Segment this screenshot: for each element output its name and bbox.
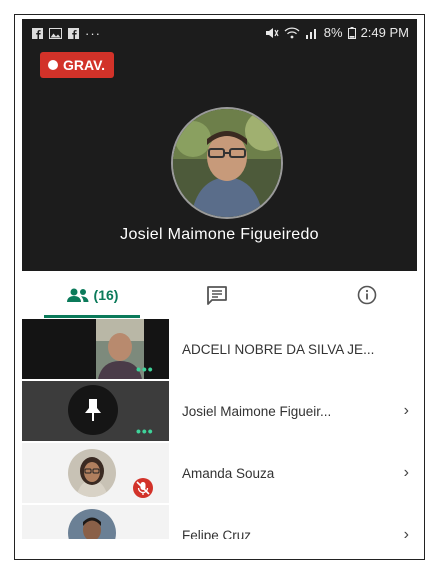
- main-speaker-avatar: [173, 109, 281, 217]
- participant-name: Josiel Maimone Figueir...: [182, 403, 332, 419]
- signal-icon: [305, 28, 316, 39]
- participant-name: Amanda Souza: [182, 465, 275, 481]
- tab-participants[interactable]: (16): [44, 271, 140, 319]
- participant-avatar: [68, 509, 116, 539]
- tab-chat[interactable]: [182, 271, 252, 319]
- participants-list: ••• ADCELI NOBRE DA SILVA JE... ••• Josi…: [22, 319, 417, 539]
- recording-badge: GRAV.: [40, 52, 115, 78]
- participant-name: Felipe Cruz: [182, 527, 252, 540]
- wifi-icon: [284, 26, 300, 38]
- people-icon: [66, 288, 89, 302]
- pin-icon: [85, 399, 101, 421]
- participant-row[interactable]: ••• Josiel Maimone Figueir... ›: [22, 381, 417, 441]
- meeting-stage: ··· 8% 2:49 PM GRAV. Josiel Maimone Figu…: [22, 19, 417, 539]
- participant-photo: [68, 449, 116, 497]
- main-speaker-name: Josiel Maimone Figueiredo: [120, 226, 319, 243]
- phone-frame: ··· 8% 2:49 PM GRAV. Josiel Maimone Figu…: [14, 14, 425, 560]
- status-bar: ··· 8% 2:49 PM: [22, 19, 417, 49]
- participant-avatar: [68, 385, 118, 435]
- participant-name: ADCELI NOBRE DA SILVA JE...: [182, 341, 375, 357]
- mic-muted-icon: [133, 478, 153, 498]
- participant-row[interactable]: ••• Felipe Cruz ›: [22, 505, 417, 539]
- speaker-photo: [173, 109, 281, 217]
- facebook-icon: [32, 28, 43, 39]
- chevron-right-icon[interactable]: ›: [404, 381, 409, 441]
- participant-avatar: [68, 449, 116, 497]
- active-tab-indicator: [44, 315, 140, 318]
- panel-tabs: (16): [22, 271, 417, 319]
- more-options-icon[interactable]: •••: [136, 361, 154, 377]
- system-indicators: 8% 2:49 PM: [265, 25, 409, 40]
- tab-info[interactable]: [332, 271, 402, 319]
- participant-video: [22, 443, 169, 503]
- battery-icon: [347, 26, 356, 39]
- notification-icons: ···: [32, 26, 101, 41]
- facebook-icon: [68, 28, 79, 39]
- participant-video: •••: [22, 319, 169, 379]
- gallery-icon: [49, 28, 62, 39]
- participant-count: (16): [93, 287, 119, 303]
- chevron-right-icon[interactable]: ›: [404, 443, 409, 503]
- participant-row[interactable]: ••• ADCELI NOBRE DA SILVA JE...: [22, 319, 417, 379]
- participant-photo: [68, 509, 116, 539]
- participant-video: •••: [22, 381, 169, 441]
- clock: 2:49 PM: [360, 25, 409, 40]
- battery-percent: 8%: [323, 25, 343, 40]
- participant-row[interactable]: Amanda Souza ›: [22, 443, 417, 503]
- info-icon: [357, 285, 377, 305]
- more-notifications: ···: [85, 26, 101, 41]
- participant-video: •••: [22, 505, 169, 539]
- chat-icon: [207, 286, 227, 305]
- mute-icon: [265, 27, 279, 38]
- recording-label: GRAV.: [63, 57, 106, 73]
- chevron-right-icon[interactable]: ›: [404, 505, 409, 539]
- record-dot-icon: [48, 60, 58, 70]
- more-options-icon[interactable]: •••: [136, 423, 154, 439]
